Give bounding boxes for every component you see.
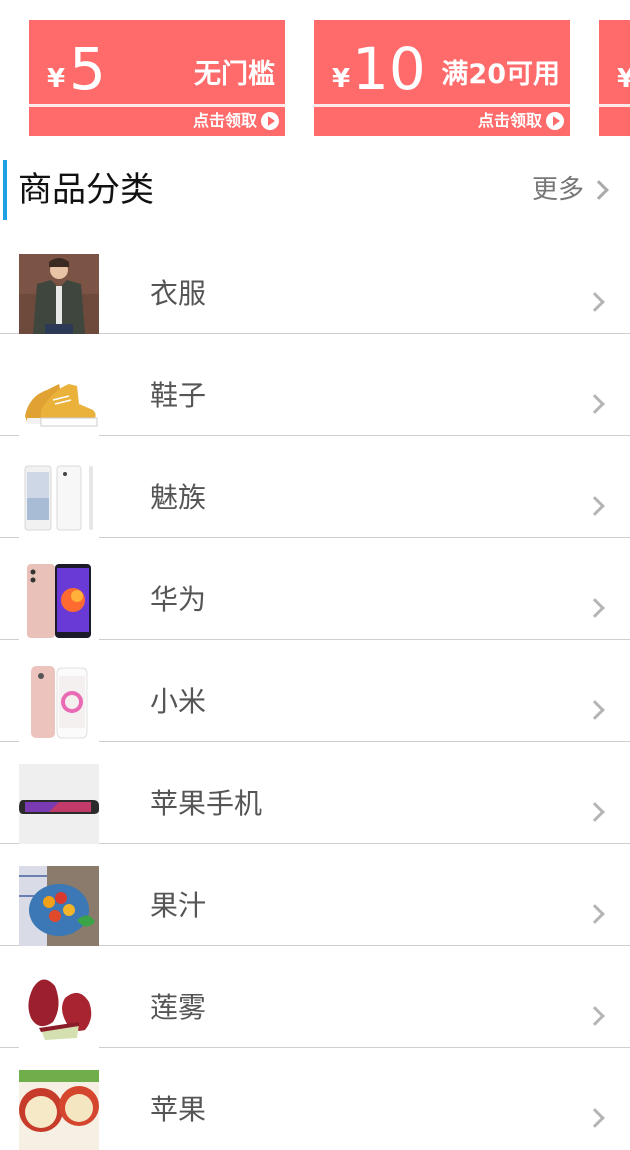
chevron-right-icon [585, 292, 605, 313]
list-item[interactable]: 魅族 [0, 436, 630, 538]
list-item[interactable]: 鞋子 [0, 334, 630, 436]
more-label: 更多 [531, 175, 584, 205]
coupon-footer: 点击领取 [29, 107, 285, 136]
category-label: 华为 [150, 583, 207, 616]
category-label: 果汁 [150, 889, 207, 922]
play-circle-icon [261, 112, 279, 130]
jacket-thumbnail [19, 254, 99, 334]
coupon-card-10[interactable]: ¥ 10 满20可用 点击领取 [314, 20, 570, 136]
category-label: 小米 [150, 685, 207, 718]
category-label: 莲雾 [150, 991, 207, 1024]
chevron-right-icon [585, 496, 605, 517]
section-accent-bar [3, 160, 7, 220]
wax-apple-thumbnail [19, 968, 99, 1048]
chevron-right-icon [585, 802, 605, 823]
coupon-strip[interactable]: ¥ 5 无门槛 点击领取 ¥ 10 满20可用 点击领取 ¥ [0, 0, 630, 150]
category-label: 衣服 [150, 277, 207, 310]
currency-symbol: ¥ [617, 64, 630, 94]
coupon-condition: 满20可用 [441, 59, 560, 90]
list-item[interactable]: 苹果 [0, 1048, 630, 1150]
coupon-main: ¥ [599, 20, 630, 104]
phone-x-thumbnail [19, 764, 99, 844]
claim-button[interactable]: 点击领取 [478, 110, 564, 132]
list-item[interactable]: 小米 [0, 640, 630, 742]
coupon-condition: 无门槛 [194, 59, 275, 90]
play-circle-icon [546, 112, 564, 130]
category-section-header: 商品分类 更多 [0, 150, 630, 230]
claim-label: 点击领取 [192, 111, 257, 130]
more-link[interactable]: 更多 [531, 172, 609, 208]
chevron-right-icon [585, 598, 605, 619]
chevron-right-icon [585, 700, 605, 721]
apple-thumbnail [19, 1070, 99, 1150]
phone-white-thumbnail [19, 458, 99, 538]
currency-symbol: ¥ [332, 64, 351, 94]
category-label: 魅族 [150, 481, 207, 514]
section-title: 商品分类 [18, 170, 154, 210]
coupon-footer: 点击领取 [314, 107, 570, 136]
chevron-right-icon [585, 394, 605, 415]
sneaker-thumbnail [19, 356, 99, 436]
fruit-bowl-thumbnail [19, 866, 99, 946]
category-list: 衣服 鞋子 魅族 华为 小米 苹果手机 果汁 莲雾 苹果 [0, 232, 630, 1150]
claim-label: 点击领取 [477, 111, 542, 130]
list-item[interactable]: 衣服 [0, 232, 630, 334]
coupon-card-partial[interactable]: ¥ [599, 20, 630, 136]
chevron-right-icon [585, 1006, 605, 1027]
list-item[interactable]: 莲雾 [0, 946, 630, 1048]
coupon-main: ¥ 10 满20可用 [314, 20, 570, 104]
category-label: 苹果 [150, 1093, 207, 1126]
category-label: 苹果手机 [150, 787, 263, 820]
phone-pink-thumbnail [19, 560, 99, 640]
coupon-card-5[interactable]: ¥ 5 无门槛 点击领取 [29, 20, 285, 136]
chevron-right-icon [589, 180, 609, 200]
coupon-main: ¥ 5 无门槛 [29, 20, 285, 104]
coupon-amount: 10 [352, 35, 426, 103]
coupon-amount: 5 [69, 35, 106, 103]
list-item[interactable]: 华为 [0, 538, 630, 640]
list-item[interactable]: 果汁 [0, 844, 630, 946]
currency-symbol: ¥ [47, 64, 66, 94]
chevron-right-icon [585, 1108, 605, 1129]
phone-rose-thumbnail [19, 662, 99, 742]
claim-button[interactable]: 点击领取 [193, 110, 279, 132]
coupon-divider [599, 104, 630, 107]
list-item[interactable]: 苹果手机 [0, 742, 630, 844]
chevron-right-icon [585, 904, 605, 925]
category-label: 鞋子 [150, 379, 207, 412]
